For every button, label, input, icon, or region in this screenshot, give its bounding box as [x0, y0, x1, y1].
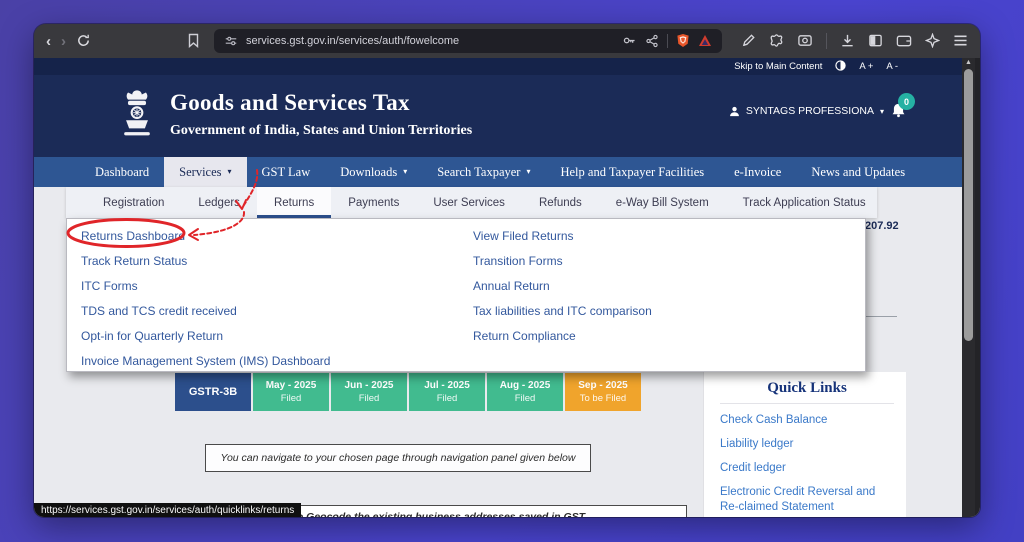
forward-icon[interactable]: › — [61, 34, 66, 49]
menu-tds-tcs-credit[interactable]: TDS and TCS credit received — [81, 299, 330, 324]
url-bar[interactable]: services.gst.gov.in/services/auth/fowelc… — [214, 29, 722, 53]
subnav-user-services[interactable]: User Services — [416, 187, 522, 218]
status-url-tooltip: https://services.gst.gov.in/services/aut… — [34, 503, 302, 517]
page-viewport: Skip to Main Content A + A - Goods and S… — [34, 58, 980, 517]
menu-itc-forms[interactable]: ITC Forms — [81, 274, 330, 299]
bat-triangle-icon[interactable] — [698, 32, 712, 50]
gstr3b-label-tab: GSTR-3B — [175, 373, 251, 411]
nav-e-invoice[interactable]: e-Invoice — [719, 157, 796, 187]
returns-menu-right-column: View Filed Returns Transition Forms Annu… — [473, 224, 652, 349]
reload-icon[interactable] — [76, 32, 91, 50]
services-subnav: Registration Ledgers Returns Payments Us… — [66, 187, 877, 218]
menu-view-filed-returns[interactable]: View Filed Returns — [473, 224, 652, 249]
skip-to-main-content-link[interactable]: Skip to Main Content — [734, 61, 822, 72]
page-scrollbar[interactable]: ▲ — [962, 58, 975, 517]
caret-down-icon: ▾ — [526, 167, 531, 176]
nav-gst-law[interactable]: GST Law — [247, 157, 326, 187]
edit-icon[interactable] — [741, 32, 756, 50]
scrollbar-thumb[interactable] — [964, 69, 973, 341]
link-credit-reversal-statement[interactable]: Electronic Credit Reversal and Re-claime… — [720, 485, 894, 515]
contrast-toggle-icon[interactable] — [835, 59, 847, 74]
user-icon — [729, 106, 739, 116]
site-title: Goods and Services Tax — [170, 90, 410, 115]
subnav-registration[interactable]: Registration — [86, 187, 181, 218]
font-decrease-button[interactable]: A - — [886, 61, 898, 72]
toolbar-divider — [826, 33, 827, 49]
nav-downloads[interactable]: Downloads ▾ — [325, 157, 422, 187]
menu-transition-forms[interactable]: Transition Forms — [473, 249, 652, 274]
menu-return-compliance[interactable]: Return Compliance — [473, 324, 652, 349]
pill-divider — [667, 34, 668, 48]
site-subtitle: Government of India, States and Union Te… — [170, 123, 473, 138]
page-divider — [861, 316, 897, 317]
nav-search-taxpayer[interactable]: Search Taxpayer ▾ — [422, 157, 545, 187]
tab-sep-2025[interactable]: Sep - 2025 To be Filed — [565, 373, 641, 411]
menu-track-return-status[interactable]: Track Return Status — [81, 249, 330, 274]
nav-news-updates[interactable]: News and Updates — [796, 157, 920, 187]
link-check-cash-balance[interactable]: Check Cash Balance — [720, 413, 894, 428]
notification-badge: 0 — [898, 93, 915, 110]
chevron-down-icon: ▾ — [879, 106, 884, 116]
nav-services[interactable]: Services ▾ — [164, 157, 247, 187]
window-edge — [975, 58, 980, 517]
menu-tax-liabilities-itc[interactable]: Tax liabilities and ITC comparison — [473, 299, 652, 324]
extensions-icon[interactable] — [769, 32, 784, 50]
subnav-refunds[interactable]: Refunds — [522, 187, 599, 218]
returns-menu-left-column: Returns Dashboard Track Return Status IT… — [81, 224, 330, 374]
subnav-eway-bill[interactable]: e-Way Bill System — [599, 187, 726, 218]
menu-returns-dashboard[interactable]: Returns Dashboard — [81, 224, 330, 249]
password-key-icon[interactable] — [622, 32, 637, 50]
toolbar-right-icons — [741, 32, 968, 50]
bookmarks-icon[interactable] — [187, 32, 200, 50]
subnav-track-application[interactable]: Track Application Status — [726, 187, 883, 218]
nav-help-facilities[interactable]: Help and Taxpayer Facilities — [545, 157, 719, 187]
share-icon[interactable] — [645, 32, 659, 50]
leo-ai-icon[interactable] — [925, 32, 940, 50]
caret-down-icon: ▾ — [227, 167, 232, 176]
link-liability-ledger[interactable]: Liability ledger — [720, 437, 894, 452]
main-navigation: Dashboard Services ▾ GST Law Downloads ▾ S… — [34, 157, 962, 187]
quick-links-panel: Quick Links Check Cash Balance Liability… — [703, 372, 906, 517]
menu-annual-return[interactable]: Annual Return — [473, 274, 652, 299]
brave-shield-icon[interactable] — [676, 32, 690, 50]
back-icon[interactable]: ‹ — [46, 34, 51, 49]
font-increase-button[interactable]: A + — [859, 61, 873, 72]
gstr3b-period-tabs: GSTR-3B May - 2025 Filed Jun - 2025 Filed … — [175, 373, 641, 411]
downloads-icon[interactable] — [840, 32, 855, 50]
nav-dashboard[interactable]: Dashboard — [80, 157, 164, 187]
tab-may-2025[interactable]: May - 2025 Filed — [253, 373, 329, 411]
menu-icon[interactable] — [953, 32, 968, 50]
user-menu[interactable]: SYNTAGS PROFESSIONA ▾ — [729, 105, 884, 117]
tab-jul-2025[interactable]: Jul - 2025 Filed — [409, 373, 485, 411]
accessibility-bar: Skip to Main Content A + A - — [34, 58, 962, 75]
caret-down-icon: ▾ — [403, 167, 408, 176]
india-emblem-icon — [118, 89, 156, 148]
user-name: SYNTAGS PROFESSIONA — [745, 105, 874, 117]
quick-links-title: Quick Links — [767, 380, 847, 396]
subnav-payments[interactable]: Payments — [331, 187, 416, 218]
site-header: Goods and Services Tax Government of Ind… — [34, 75, 962, 157]
subnav-returns[interactable]: Returns — [256, 187, 332, 218]
wallet-icon[interactable] — [896, 32, 912, 50]
browser-toolbar: ‹ › services.gst.gov.in/services/auth/fo… — [34, 24, 980, 58]
scroll-up-arrow[interactable]: ▲ — [962, 58, 975, 68]
tab-jun-2025[interactable]: Jun - 2025 Filed — [331, 373, 407, 411]
site-settings-icon[interactable] — [224, 32, 238, 50]
url-text[interactable]: services.gst.gov.in/services/auth/fowelc… — [246, 35, 614, 47]
menu-ims-dashboard[interactable]: Invoice Management System (IMS) Dashboar… — [81, 349, 330, 374]
browser-window: ‹ › services.gst.gov.in/services/auth/fo… — [34, 24, 980, 517]
tab-aug-2025[interactable]: Aug - 2025 Filed — [487, 373, 563, 411]
sidebar-icon[interactable] — [868, 32, 883, 50]
screenshot-icon[interactable] — [797, 32, 813, 50]
subnav-ledgers[interactable]: Ledgers — [181, 187, 257, 218]
returns-dropdown-menu: Returns Dashboard Track Return Status IT… — [66, 218, 866, 372]
site-titles: Goods and Services Tax Government of Ind… — [170, 90, 472, 139]
navigation-notice-box: You can navigate to your chosen page thr… — [205, 444, 591, 472]
link-credit-ledger[interactable]: Credit ledger — [720, 461, 894, 476]
menu-opt-in-quarterly[interactable]: Opt-in for Quarterly Return — [81, 324, 330, 349]
ledger-balance-partial: 207.92 — [865, 220, 899, 232]
